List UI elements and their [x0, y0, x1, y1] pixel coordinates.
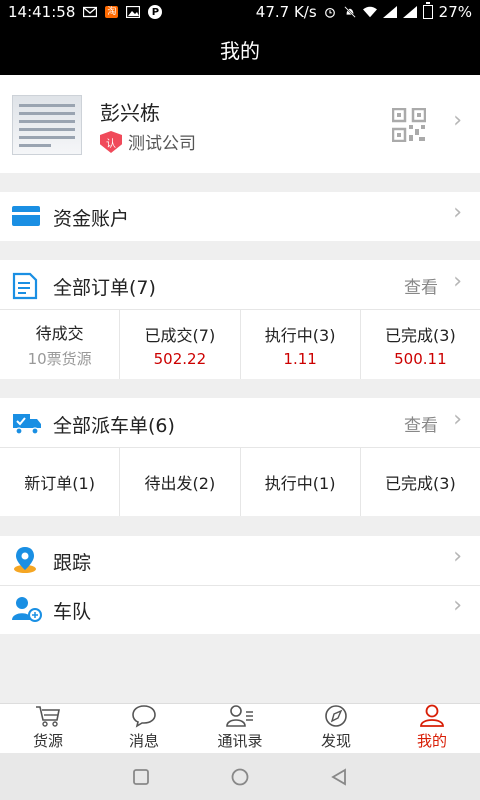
status-time: 14:41:58	[8, 3, 76, 21]
contacts-icon	[226, 705, 253, 727]
message-icon	[132, 705, 156, 728]
chevron-right-icon: ›	[453, 407, 462, 432]
battery-level: 27%	[438, 3, 472, 21]
truck-icon	[13, 414, 41, 435]
tab-label: 消息	[128, 732, 159, 750]
orders-section: 全部订单(7) 查看 › 待成交 10票货源 已成交(7) 502.22 执行中…	[0, 260, 480, 379]
bottom-tab-bar: 货源 消息 通讯录 发现 我的	[0, 703, 480, 753]
alarm-icon	[324, 7, 335, 18]
company-name: 测试公司	[128, 134, 196, 154]
back-icon[interactable]	[330, 767, 348, 786]
stat-value: 500.11	[394, 349, 447, 368]
dispatch-header[interactable]: 全部派车单(6) 查看 ›	[0, 398, 480, 448]
tracking-row[interactable]: 跟踪 ›	[0, 536, 480, 585]
stat-value: 1.11	[283, 349, 317, 368]
chevron-right-icon: ›	[453, 108, 462, 133]
battery-icon	[422, 2, 433, 19]
location-pin-icon	[14, 547, 36, 573]
stat-label: 执行中(3)	[264, 325, 336, 345]
tab-label: 我的	[416, 732, 447, 750]
dispatch-stats: 新订单(1) 待出发(2) 执行中(1) 已完成(3)	[0, 448, 480, 516]
home-icon[interactable]	[230, 767, 250, 787]
stat-label: 执行中(1)	[264, 474, 336, 493]
tab-mine[interactable]: 我的	[384, 704, 480, 753]
stat-label: 待出发(2)	[144, 474, 216, 493]
cart-icon	[36, 706, 60, 727]
person-icon	[420, 704, 444, 727]
orders-title: 全部订单(7)	[53, 277, 156, 299]
chevron-right-icon: ›	[453, 544, 462, 569]
dispatch-stat-new[interactable]: 新订单(1)	[0, 448, 121, 516]
recent-apps-icon[interactable]	[132, 768, 150, 786]
order-stats: 待成交 10票货源 已成交(7) 502.22 执行中(3) 1.11 已完成(…	[0, 310, 480, 379]
orders-header[interactable]: 全部订单(7) 查看 ›	[0, 260, 480, 310]
tab-label: 通讯录	[217, 732, 263, 750]
tab-contacts[interactable]: 通讯录	[192, 704, 288, 753]
qr-code-icon[interactable]	[392, 108, 426, 142]
user-name: 彭兴栋	[100, 101, 160, 125]
mail-icon	[83, 6, 98, 18]
stat-value: 502.22	[153, 349, 207, 368]
verified-badge-icon: 认	[100, 131, 122, 153]
menu-section: 跟踪 › 车队 ›	[0, 536, 480, 634]
stat-label: 已完成(3)	[385, 325, 456, 345]
net-speed: 47.7 K/s	[255, 3, 317, 21]
chevron-right-icon: ›	[453, 200, 462, 225]
order-stat-dealt[interactable]: 已成交(7) 502.22	[120, 310, 241, 379]
stat-label: 已完成(3)	[385, 474, 456, 493]
p-app-icon: P	[148, 5, 163, 19]
chevron-right-icon: ›	[453, 269, 462, 294]
profile-card[interactable]: 彭兴栋 认 测试公司 ›	[0, 75, 480, 173]
dispatch-stat-completed[interactable]: 已完成(3)	[361, 448, 480, 516]
stat-value: 10票货源	[27, 350, 92, 368]
tab-messages[interactable]: 消息	[96, 704, 192, 753]
signal-2-icon	[402, 6, 417, 18]
page-title: 我的	[220, 39, 260, 63]
image-icon	[126, 6, 141, 18]
card-icon	[12, 206, 40, 226]
dispatch-title: 全部派车单(6)	[53, 415, 175, 437]
dispatch-stat-waiting[interactable]: 待出发(2)	[120, 448, 241, 516]
fleet-people-icon	[12, 597, 42, 622]
tab-cargo[interactable]: 货源	[0, 704, 96, 753]
nav-bar: 我的	[0, 24, 480, 75]
dispatch-stat-executing[interactable]: 执行中(1)	[241, 448, 361, 516]
order-stat-pending[interactable]: 待成交 10票货源	[0, 310, 121, 379]
wifi-icon	[362, 6, 377, 18]
order-list-icon	[12, 272, 38, 300]
status-bar: 14:41:58 淘 P 47.7 K/s 27%	[0, 0, 480, 24]
fund-account-row[interactable]: 资金账户 ›	[0, 192, 480, 241]
compass-icon	[325, 705, 347, 727]
fleet-row[interactable]: 车队 ›	[0, 586, 480, 634]
tab-label: 货源	[32, 732, 63, 750]
tab-label: 发现	[320, 732, 351, 750]
chevron-right-icon: ›	[453, 593, 462, 618]
avatar[interactable]	[12, 95, 82, 155]
fleet-label: 车队	[53, 601, 92, 623]
taobao-app-icon: 淘	[105, 6, 119, 18]
dispatch-view-link[interactable]: 查看	[404, 411, 438, 436]
system-nav-bar	[0, 753, 480, 800]
stat-label: 新订单(1)	[24, 474, 95, 493]
tab-discover[interactable]: 发现	[288, 704, 384, 753]
order-stat-completed[interactable]: 已完成(3) 500.11	[361, 310, 480, 379]
dispatch-section: 全部派车单(6) 查看 › 新订单(1) 待出发(2) 执行中(1) 已完成(3…	[0, 398, 480, 516]
fund-account-label: 资金账户	[53, 208, 130, 230]
tracking-label: 跟踪	[53, 552, 92, 574]
signal-icon	[382, 6, 397, 18]
mute-icon	[343, 6, 356, 18]
orders-view-link[interactable]: 查看	[404, 273, 438, 298]
stat-label: 已成交(7)	[144, 325, 216, 345]
stat-label: 待成交	[35, 324, 84, 343]
order-stat-executing[interactable]: 执行中(3) 1.11	[241, 310, 361, 379]
